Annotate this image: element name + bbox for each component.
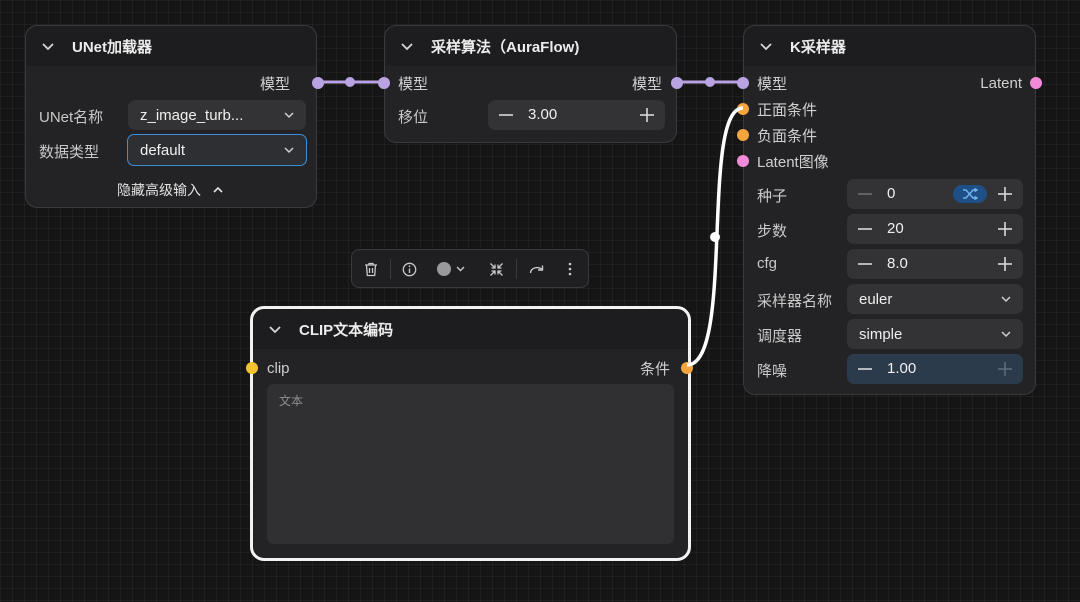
clip-text-encode-header[interactable]: CLIP文本编码 (253, 309, 688, 349)
dtype-label: 数据类型 (39, 144, 100, 161)
sampling-algo-header[interactable]: 采样算法（AuraFlow) (385, 26, 676, 66)
minus-icon[interactable] (498, 108, 514, 122)
dtype-select[interactable]: default (127, 134, 307, 166)
ksampler-node[interactable]: K采样器 模型 Latent 正面条件 负面条件 Latent图像 种子 0 步… (737, 25, 1042, 395)
steps-stepper[interactable]: 20 (847, 214, 1023, 244)
selection-toolbar (351, 249, 589, 288)
color-dot-icon[interactable] (434, 260, 470, 278)
input-model-slot[interactable] (378, 77, 390, 89)
redo-icon[interactable] (528, 260, 546, 278)
input-positive-label: 正面条件 (757, 101, 818, 119)
node-title: 采样算法（AuraFlow) (431, 38, 580, 56)
denoise-stepper[interactable]: 1.00 (847, 354, 1023, 384)
cfg-stepper[interactable]: 8.0 (847, 249, 1023, 279)
output-model-slot[interactable] (671, 77, 683, 89)
cfg-label: cfg (757, 255, 778, 272)
input-model-label: 模型 (757, 75, 788, 93)
shift-label: 移位 (398, 109, 429, 126)
output-model-label: 模型 (631, 75, 662, 93)
chevron-down-icon (1001, 331, 1011, 338)
plus-icon[interactable] (997, 186, 1013, 202)
plus-icon[interactable] (997, 221, 1013, 237)
node-title: UNet加载器 (72, 38, 153, 56)
unet-loader-header[interactable]: UNet加载器 (26, 26, 316, 66)
chevron-down-icon[interactable] (399, 38, 415, 54)
trash-icon[interactable] (362, 260, 380, 278)
shift-value: 3.00 (528, 106, 558, 123)
output-model-label: 模型 (259, 75, 290, 93)
input-clip-slot[interactable] (246, 362, 258, 374)
dtype-value: default (140, 141, 186, 159)
sampler-name-value: euler (859, 290, 893, 308)
scheduler-value: simple (859, 325, 903, 343)
chevron-down-icon (1001, 296, 1011, 303)
denoise-label: 降噪 (757, 363, 788, 380)
chevron-down-icon (284, 147, 294, 154)
steps-label: 步数 (757, 223, 788, 240)
output-latent-slot[interactable] (1030, 77, 1042, 89)
model-link-2[interactable] (677, 77, 743, 87)
more-vertical-icon[interactable] (561, 260, 579, 278)
model-link-1[interactable] (317, 77, 384, 87)
plus-icon[interactable] (639, 107, 655, 123)
unet-name-select[interactable]: z_image_turb... (128, 100, 306, 130)
input-positive-slot[interactable] (737, 103, 749, 115)
text-prompt-placeholder: 文本 (279, 394, 304, 408)
output-model-slot[interactable] (312, 77, 324, 89)
ksampler-header[interactable]: K采样器 (744, 26, 1035, 66)
sampler-name-select[interactable]: euler (847, 284, 1023, 314)
minus-icon[interactable] (857, 362, 873, 376)
text-prompt-input[interactable]: 文本 (267, 384, 674, 544)
minus-icon[interactable] (857, 187, 873, 201)
chevron-down-icon[interactable] (267, 321, 283, 337)
output-conditioning-slot[interactable] (681, 362, 693, 374)
sampling-algo-node[interactable]: 采样算法（AuraFlow) 模型 模型 移位 3.00 (378, 25, 683, 143)
chevron-down-icon (284, 112, 294, 119)
info-icon[interactable] (400, 260, 418, 278)
seed-value: 0 (887, 185, 896, 202)
input-clip-label: clip (267, 359, 290, 377)
chevron-down-icon[interactable] (40, 38, 56, 54)
output-conditioning-label: 条件 (639, 360, 670, 378)
unet-name-label: UNet名称 (39, 109, 104, 126)
advanced-inputs-toggle[interactable]: 隐藏高级输入 (26, 176, 316, 204)
scheduler-label: 调度器 (757, 328, 803, 345)
unet-loader-node[interactable]: UNet加载器 模型 UNet名称 z_image_turb... 数据类型 d… (25, 25, 324, 208)
plus-icon[interactable] (997, 256, 1013, 272)
plus-icon[interactable] (997, 361, 1013, 377)
output-latent-label: Latent (980, 74, 1022, 92)
collapse-icon[interactable] (487, 260, 505, 278)
input-negative-slot[interactable] (737, 129, 749, 141)
steps-value: 20 (887, 220, 904, 237)
seed-stepper[interactable]: 0 (847, 179, 1023, 209)
shift-stepper[interactable]: 3.00 (488, 100, 665, 130)
input-negative-label: 负面条件 (757, 127, 818, 145)
minus-icon[interactable] (857, 222, 873, 236)
input-model-label: 模型 (398, 75, 429, 93)
input-latent-slot[interactable] (737, 155, 749, 167)
seed-label: 种子 (757, 188, 788, 205)
sampler-name-label: 采样器名称 (757, 293, 833, 310)
shuffle-icon[interactable] (953, 185, 987, 203)
scheduler-select[interactable]: simple (847, 319, 1023, 349)
node-title: CLIP文本编码 (299, 321, 394, 339)
unet-name-value: z_image_turb... (140, 106, 244, 124)
conditioning-link[interactable] (686, 106, 744, 367)
clip-text-encode-node[interactable]: CLIP文本编码 clip 条件 文本 (246, 306, 693, 561)
node-title: K采样器 (790, 38, 846, 56)
advanced-toggle-label: 隐藏高级输入 (117, 182, 201, 198)
input-model-slot[interactable] (737, 77, 749, 89)
input-latent-label: Latent图像 (757, 153, 829, 171)
chevron-down-icon[interactable] (758, 38, 774, 54)
cfg-value: 8.0 (887, 255, 908, 272)
denoise-value: 1.00 (887, 360, 917, 377)
chevron-up-icon (213, 186, 223, 193)
minus-icon[interactable] (857, 257, 873, 271)
